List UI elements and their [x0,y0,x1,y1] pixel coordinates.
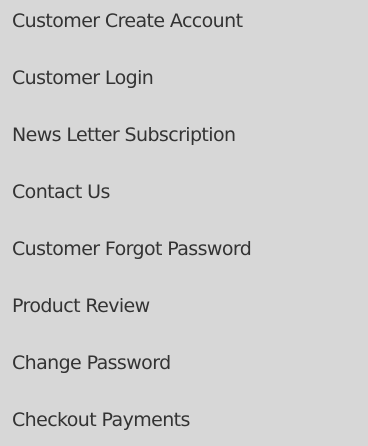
menu-item-customer-forgot-password[interactable]: Customer Forgot Password [12,234,252,264]
menu-item-checkout-payments[interactable]: Checkout Payments [12,405,190,435]
menu-item-product-review[interactable]: Product Review [12,291,150,321]
menu-item-customer-login[interactable]: Customer Login [12,63,154,93]
menu-item-change-password[interactable]: Change Password [12,348,171,378]
menu-item-newsletter-subscription[interactable]: News Letter Subscription [12,120,236,150]
menu-item-customer-create-account[interactable]: Customer Create Account [12,6,243,36]
menu-item-contact-us[interactable]: Contact Us [12,177,110,207]
menu-list: Customer Create Account Customer Login N… [0,0,368,446]
